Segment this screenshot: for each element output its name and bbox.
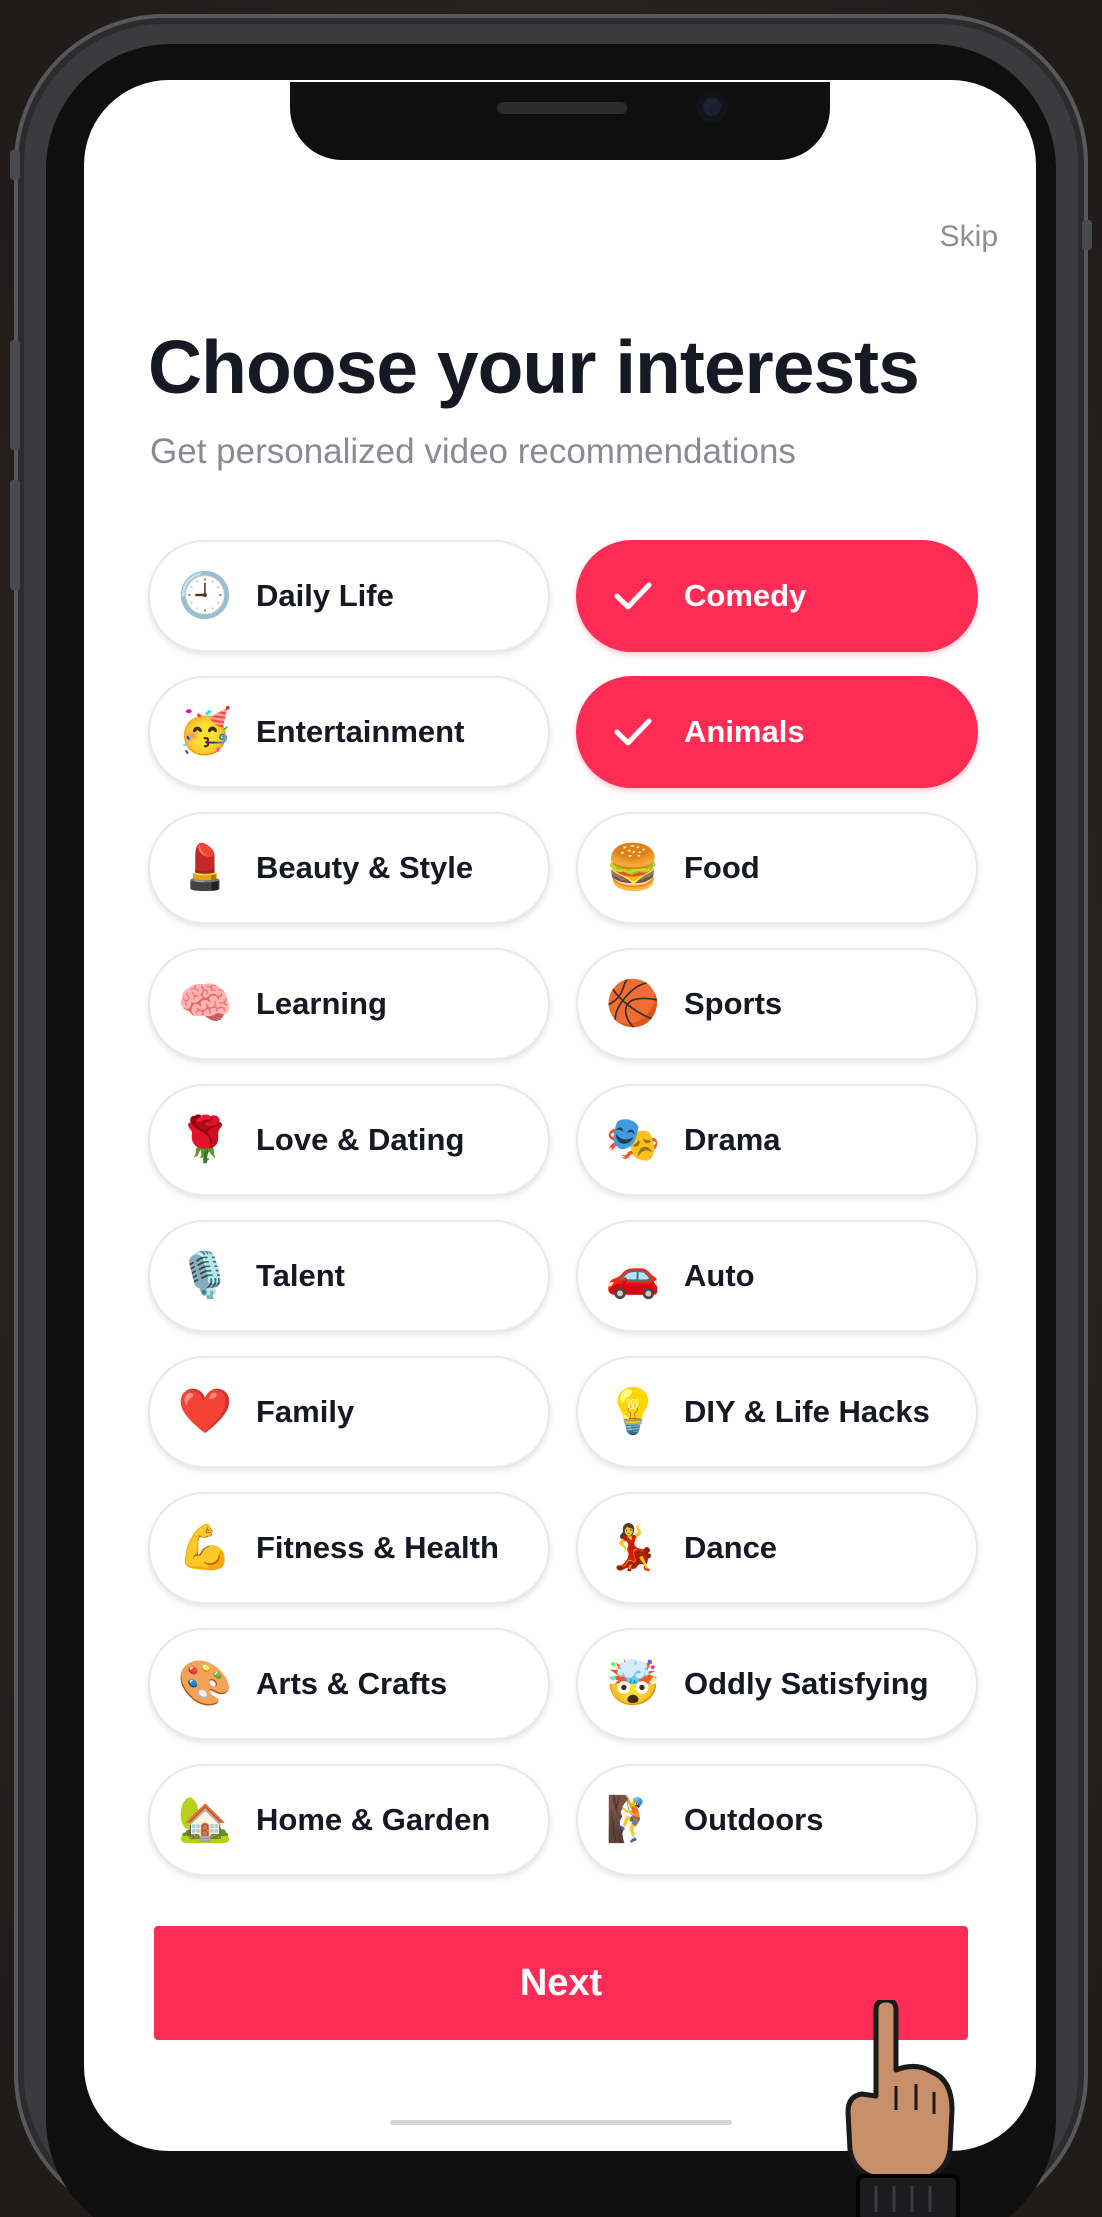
interest-chip[interactable]: 🎨 Arts & Crafts [148,1628,550,1740]
interest-chip[interactable]: 🤯 Oddly Satisfying [576,1628,978,1740]
interest-label: Learning [256,986,387,1021]
check-icon [604,703,662,761]
interest-label: Food [684,850,760,885]
interest-label: Beauty & Style [256,850,474,885]
interest-label: Drama [684,1122,781,1157]
interest-label: Animals [684,714,805,749]
device-stage: Skip Choose your interests Get personali… [0,0,1102,2217]
interest-label: Love & Dating [256,1122,465,1157]
mute-switch [10,150,20,180]
interest-chip[interactable]: 🎭 Drama [576,1084,978,1196]
interest-chip[interactable]: 🏡 Home & Garden [148,1764,550,1876]
interest-chip[interactable]: 💃 Dance [576,1492,978,1604]
interest-grid: 🕘 Daily Life Comedy 🥳 Entertainment Animals 💄 B… [148,540,978,1876]
interest-label: Talent [256,1258,345,1293]
earpiece-speaker [497,102,627,114]
interest-label: DIY & Life Hacks [684,1394,930,1429]
pointing-hand-icon [845,2000,960,2217]
interest-label: Comedy [684,578,807,613]
interest-chip[interactable]: 🎙️ Talent [148,1220,550,1332]
interest-label: Fitness & Health [256,1530,499,1565]
lightbulb-icon: 💡 [605,1387,661,1436]
front-camera [697,92,727,122]
interest-chip[interactable]: 🏀 Sports [576,948,978,1060]
interest-label: Dance [684,1530,778,1565]
interest-chip[interactable]: 🌹 Love & Dating [148,1084,550,1196]
heart-icon: ❤️ [177,1387,233,1436]
interest-chip[interactable]: 🕘 Daily Life [148,540,550,652]
rose-icon: 🌹 [177,1115,233,1164]
interest-label: Home & Garden [256,1802,491,1837]
volume-down-button [10,480,20,590]
interest-label: Sports [684,986,783,1021]
phone-screen: Skip Choose your interests Get personali… [84,80,1036,2151]
interest-label: Family [256,1394,355,1429]
interest-chip[interactable]: Animals [576,676,978,788]
lipstick-icon: 💄 [177,843,233,892]
volume-up-button [10,340,20,450]
interest-chip[interactable]: ❤️ Family [148,1356,550,1468]
clock-icon: 🕘 [177,571,233,620]
exploding-head-icon: 🤯 [605,1659,661,1708]
interest-chip[interactable]: 🧗 Outdoors [576,1764,978,1876]
car-icon: 🚗 [605,1251,661,1300]
interest-label: Arts & Crafts [256,1666,448,1701]
interest-label: Entertainment [256,714,465,749]
interest-chip[interactable]: 🚗 Auto [576,1220,978,1332]
side-button [1082,220,1092,250]
phone-notch [290,82,830,160]
flexed-biceps-icon: 💪 [177,1523,233,1572]
microphone-icon: 🎙️ [177,1251,233,1300]
brain-icon: 🧠 [177,979,233,1028]
burger-icon: 🍔 [605,843,661,892]
interest-label: Outdoors [684,1802,824,1837]
page-subtitle: Get personalized video recommendations [150,432,796,471]
check-icon [604,567,662,625]
interest-label: Daily Life [256,578,394,613]
party-face-icon: 🥳 [177,707,233,756]
interest-chip[interactable]: 🍔 Food [576,812,978,924]
theater-masks-icon: 🎭 [605,1115,661,1164]
interest-chip[interactable]: 🥳 Entertainment [148,676,550,788]
page-title: Choose your interests [148,325,920,409]
interest-chip[interactable]: 💪 Fitness & Health [148,1492,550,1604]
basketball-icon: 🏀 [605,979,661,1028]
interest-chip[interactable]: 💄 Beauty & Style [148,812,550,924]
climber-icon: 🧗 [605,1795,661,1844]
interest-chip[interactable]: 🧠 Learning [148,948,550,1060]
interest-label: Oddly Satisfying [684,1666,929,1701]
skip-button[interactable]: Skip [940,220,998,254]
house-garden-icon: 🏡 [177,1795,233,1844]
interest-label: Auto [684,1258,755,1293]
dancer-icon: 💃 [605,1523,661,1572]
palette-icon: 🎨 [177,1659,233,1708]
home-indicator [390,2120,732,2125]
interest-chip[interactable]: 💡 DIY & Life Hacks [576,1356,978,1468]
interest-chip[interactable]: Comedy [576,540,978,652]
